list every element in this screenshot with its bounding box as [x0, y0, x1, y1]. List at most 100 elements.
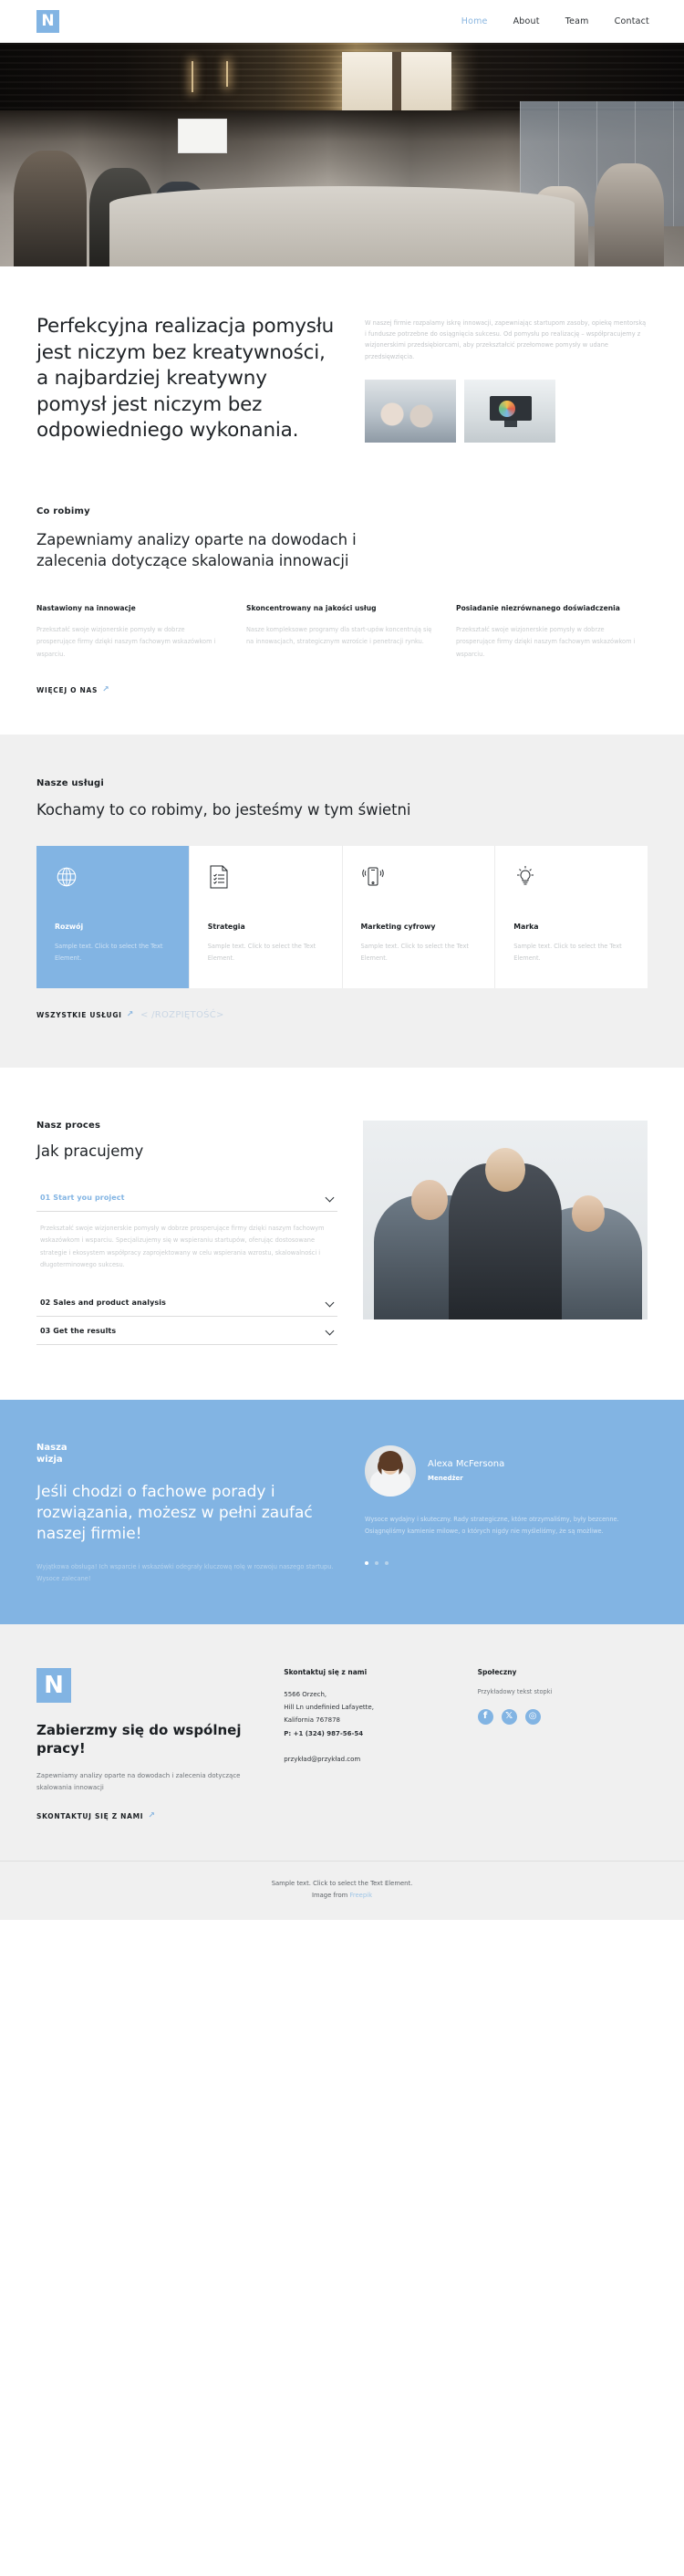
avatar: [365, 1444, 416, 1497]
service-title: Marketing cyfrowy: [360, 922, 436, 931]
service-text: Sample text. Click to select the Text El…: [55, 942, 163, 962]
contact-us-link[interactable]: SKONTAKTUJ SIĘ Z NAMI ↗: [36, 1811, 156, 1820]
hero-lamp-1: [192, 60, 193, 92]
process-heading: Jak pracujemy: [36, 1142, 144, 1160]
feature-title: Posiadanie niezrównanego doświadczenia: [456, 603, 620, 612]
footer-contact-title: Skontaktuj się z nami: [284, 1667, 368, 1676]
logo[interactable]: N: [36, 9, 59, 33]
hero-whiteboard: [178, 119, 227, 154]
person-role: Menedżer: [428, 1475, 463, 1483]
service-card-marka[interactable]: Marka Sample text. Click to select the T…: [494, 845, 648, 988]
image-credit-prefix: Image from: [312, 1891, 350, 1899]
person-meta: Alexa McFersona Menedżer: [428, 1459, 504, 1482]
instagram-icon[interactable]: ◎: [524, 1708, 541, 1725]
footer-bottom-line1: Sample text. Click to select the Text El…: [271, 1879, 413, 1887]
more-about-us-link[interactable]: WIĘCEJ O NAS ↗: [36, 684, 110, 694]
contact-us-label: SKONTAKTUJ SIĘ Z NAMI: [36, 1811, 144, 1820]
hero-table: [109, 185, 575, 266]
footer-cta-text: Zapewniamy analizy oparte na dowodach i …: [36, 1771, 241, 1791]
footer-address: 5566 Orzech, Hill Ln undefinied Lafayett…: [284, 1688, 453, 1740]
feature-text: Przekształć swoje wizjonerskie pomysły w…: [456, 626, 636, 658]
page-root: N Home About Team Contact Perfekcyjna re…: [0, 0, 684, 1921]
feature-title: Nastawiony na innowacje: [36, 603, 136, 612]
process-eyebrow: Nasz proces: [36, 1120, 101, 1131]
services-eyebrow: Nasze usługi: [36, 777, 105, 788]
footer-social-title: Społeczny: [477, 1667, 517, 1676]
service-card-strategia[interactable]: Strategia Sample text. Click to select t…: [188, 845, 342, 988]
footer-logo[interactable]: N: [36, 1667, 71, 1703]
vision-eyebrow-line1: Nasza: [36, 1442, 67, 1453]
accordion-item-1[interactable]: 01 Start you project: [36, 1184, 337, 1212]
globe-icon: [55, 865, 171, 898]
person-name: Alexa McFersona: [428, 1459, 505, 1470]
testimonial-person: Alexa McFersona Menedżer: [365, 1444, 648, 1497]
footer-brand: N Zabierzmy się do wspólnej pracy! Zapew…: [36, 1667, 260, 1822]
services-cards: Rozwój Sample text. Click to select the …: [36, 845, 648, 988]
feature-column: Skoncentrowany na jakości usług Nasze ko…: [246, 603, 434, 661]
arrow-up-right-icon: ↗: [102, 684, 110, 694]
footer-social-note: Przykładowy tekst stopki: [477, 1687, 553, 1695]
footer-contact-column: Skontaktuj się z nami 5566 Orzech, Hill …: [284, 1668, 453, 1822]
accordion-header-2[interactable]: 02 Sales and product analysis: [36, 1288, 337, 1316]
vision-left: Nasza wizja Jeśli chodzi o fachowe porad…: [36, 1442, 337, 1586]
service-title: Strategia: [207, 922, 245, 931]
accordion-item-3[interactable]: 03 Get the results: [36, 1317, 337, 1345]
feature-text: Nasze kompleksowe programy dla start-upó…: [246, 626, 432, 646]
carousel-dot-3[interactable]: [385, 1560, 389, 1565]
accordion-item-2[interactable]: 02 Sales and product analysis: [36, 1288, 337, 1317]
x-twitter-icon[interactable]: 𝕏: [501, 1708, 517, 1725]
nav-item-about[interactable]: About: [513, 16, 540, 26]
footer-wrapper: N Zabierzmy się do wspólnej pracy! Zapew…: [0, 1623, 684, 1921]
process-section: Nasz proces Jak pracujemy 01 Start you p…: [0, 1068, 684, 1400]
accordion-title: 01 Start you project: [40, 1193, 125, 1202]
whatwedo-columns: Nastawiony na innowacje Przekształć swoj…: [36, 603, 648, 661]
process-right: [363, 1120, 648, 1345]
document-checklist-icon: [208, 865, 324, 898]
intro-right: W naszej firmie rozpalamy iskrę innowacj…: [365, 314, 648, 444]
service-card-marketing-cyfrowy[interactable]: Marketing cyfrowy Sample text. Click to …: [341, 845, 495, 988]
footer-cta-heading: Zabierzmy się do wspólnej pracy!: [36, 1721, 242, 1757]
accordion-header-1[interactable]: 01 Start you project: [36, 1184, 337, 1211]
avatar-hair-top: [378, 1450, 402, 1471]
span-tag-label: < /ROZPIĘTOŚĆ>: [140, 1009, 224, 1020]
intro-left: Perfekcyjna realizacja pomysłu jest nicz…: [36, 314, 337, 444]
whatwedo-eyebrow: Co robimy: [36, 506, 90, 516]
social-links: f 𝕏 ◎: [477, 1708, 648, 1725]
intro-image-monitor: [464, 379, 555, 443]
address-line-1: 5566 Orzech,: [284, 1690, 327, 1698]
process-accordion: 01 Start you project Przekształć swoje w…: [36, 1184, 337, 1345]
vision-subtext: Wyjątkowa obsługa! Ich wsparcie i wskazó…: [36, 1563, 334, 1583]
carousel-dot-2[interactable]: [375, 1560, 378, 1565]
intro-heading: Perfekcyjna realizacja pomysłu jest nicz…: [36, 315, 335, 443]
footer-email[interactable]: przykład@przykład.com: [284, 1756, 453, 1763]
site-header: N Home About Team Contact: [0, 0, 684, 43]
chevron-down-icon[interactable]: [326, 1194, 334, 1202]
nav-item-home[interactable]: Home: [461, 16, 488, 26]
nav-item-team[interactable]: Team: [565, 16, 589, 26]
main-nav: Home About Team Contact: [461, 16, 649, 26]
facebook-icon[interactable]: f: [477, 1708, 493, 1725]
carousel-dot-1[interactable]: [365, 1560, 368, 1565]
feature-text: Przekształć swoje wizjonerskie pomysły w…: [36, 626, 216, 658]
process-left: Nasz proces Jak pracujemy 01 Start you p…: [36, 1121, 337, 1345]
nav-item-contact[interactable]: Contact: [615, 16, 649, 26]
carousel-dots[interactable]: [365, 1560, 648, 1565]
chevron-down-icon[interactable]: [326, 1327, 334, 1335]
chevron-down-icon[interactable]: [326, 1298, 334, 1307]
footer-phone[interactable]: P: +1 (324) 987-56-54: [284, 1730, 363, 1737]
service-card-rozwoj[interactable]: Rozwój Sample text. Click to select the …: [36, 845, 189, 988]
address-line-3: Kalifornia 767878: [284, 1716, 341, 1725]
service-title: Marka: [513, 922, 539, 931]
accordion-header-3[interactable]: 03 Get the results: [36, 1317, 337, 1344]
photo-face: [572, 1194, 606, 1232]
vision-eyebrow-line2: wizja: [36, 1454, 63, 1465]
monitor-stand: [504, 421, 517, 428]
all-services-link[interactable]: WSZYSTKIE USŁUGI ↗: [36, 1010, 134, 1019]
testimonial-quote: Wysoce wydajny i skuteczny. Rady strateg…: [365, 1515, 619, 1535]
intro-images: [365, 379, 648, 443]
freepik-link[interactable]: Freepik: [349, 1892, 372, 1899]
services-footer: WSZYSTKIE USŁUGI ↗ < /ROZPIĘTOŚĆ>: [36, 1010, 648, 1020]
whatwedo-heading: Zapewniamy analizy oparte na dowodach i …: [36, 530, 357, 569]
more-about-us-label: WIĘCEJ O NAS: [36, 685, 98, 694]
hero-image: [0, 43, 684, 266]
